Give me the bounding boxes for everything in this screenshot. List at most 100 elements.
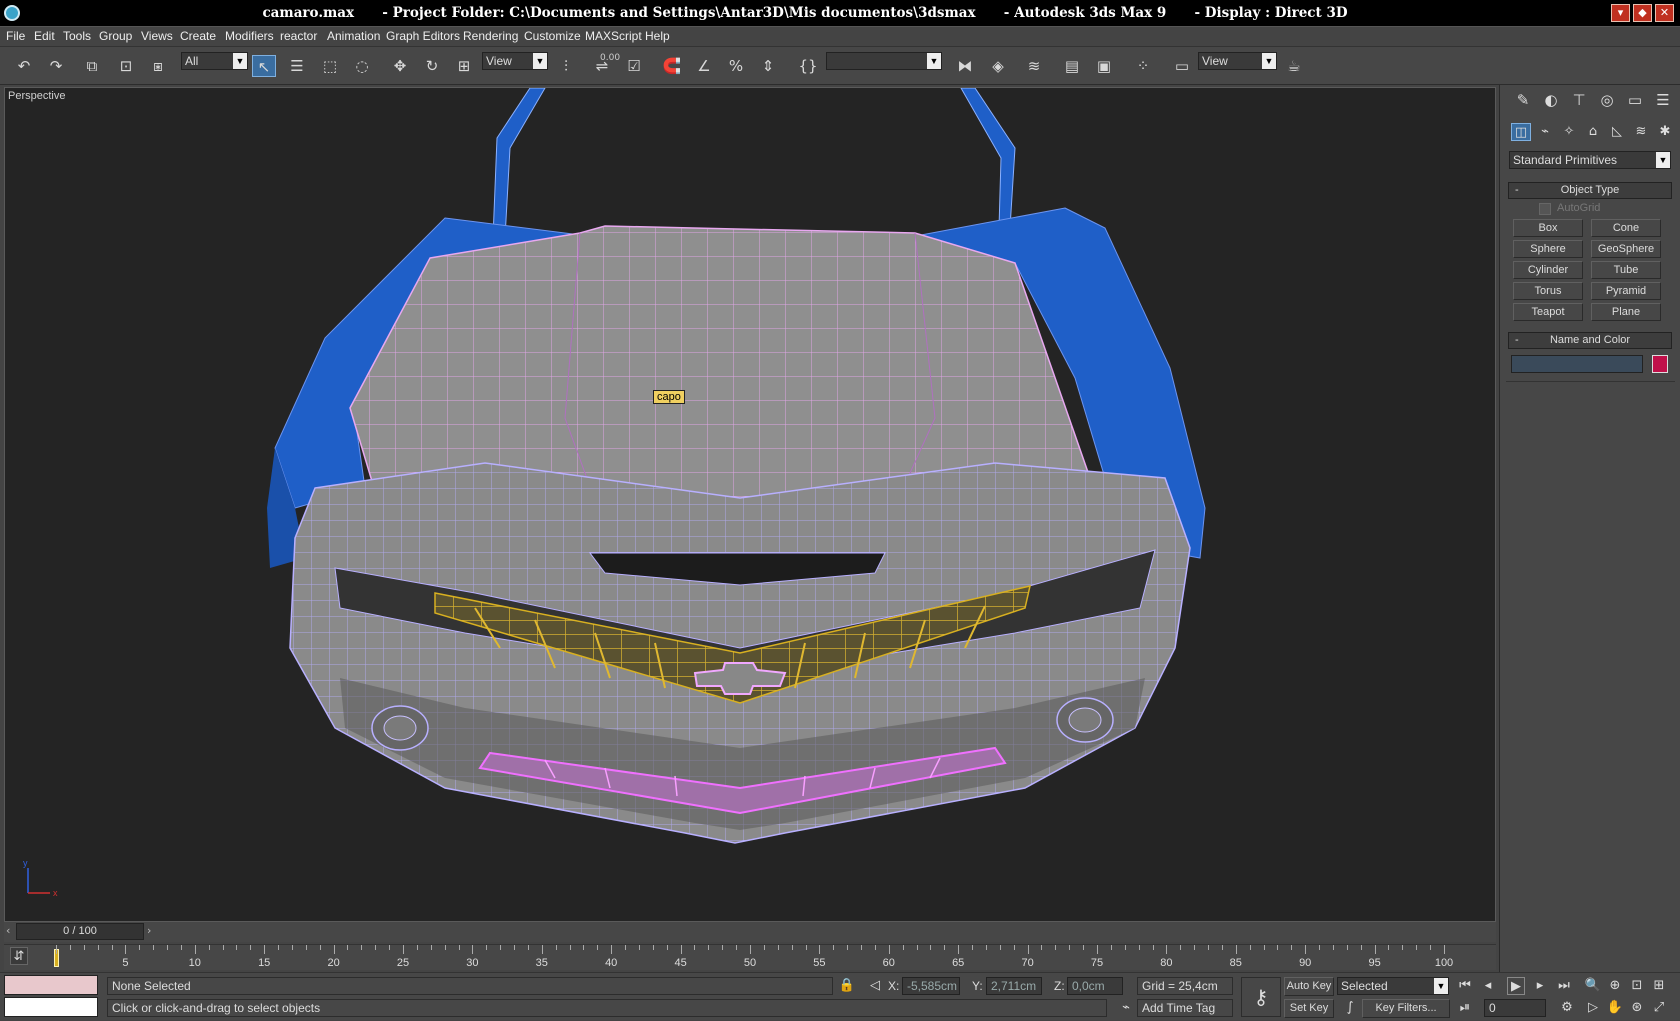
select-object-icon[interactable]: ↖ (252, 55, 276, 77)
menu-group[interactable]: Group (99, 29, 132, 43)
next-frame-icon[interactable]: ▸ (1531, 977, 1549, 995)
curve-editor-icon[interactable]: ▤ (1060, 55, 1084, 77)
key-filters-button[interactable]: Key Filters... (1362, 999, 1450, 1018)
go-to-end-icon[interactable]: ⏭ (1555, 977, 1573, 995)
auto-key-button[interactable]: Auto Key (1284, 977, 1334, 996)
motion-tab-icon[interactable]: ◎ (1596, 90, 1618, 110)
object-name-field[interactable] (1511, 355, 1643, 373)
cylinder-button[interactable]: Cylinder (1513, 261, 1583, 279)
slider-next-icon[interactable]: › (147, 924, 151, 937)
unlink-selection-icon[interactable]: ⊡ (114, 55, 138, 77)
menu-maxscript[interactable]: MAXScript (585, 29, 642, 43)
go-to-start-icon[interactable]: ⏮ (1456, 977, 1474, 995)
menu-tools[interactable]: Tools (63, 29, 91, 43)
absolute-mode-transform-icon[interactable]: ◁ (866, 977, 884, 995)
plane-button[interactable]: Plane (1591, 303, 1661, 321)
field-of-view-icon[interactable]: ▷ (1584, 999, 1602, 1017)
select-and-scale-icon[interactable]: ⊞ (452, 55, 476, 77)
menu-file[interactable]: File (6, 29, 25, 43)
maximize-viewport-icon[interactable]: ⤢ (1650, 999, 1668, 1017)
cameras-icon[interactable]: ⌂ (1583, 123, 1603, 141)
keyboard-shortcut-override-icon[interactable]: ☑ (622, 55, 646, 77)
perspective-viewport[interactable]: Perspective y x capo (4, 87, 1496, 922)
teapot-button[interactable]: Teapot (1513, 303, 1583, 321)
camaro-model[interactable]: y x (5, 88, 1496, 922)
maxscript-input-mini[interactable] (4, 997, 98, 1017)
time-tag-icon[interactable]: ⌁ (1117, 999, 1135, 1017)
material-editor-icon[interactable]: ⁘ (1131, 55, 1155, 77)
menu-edit[interactable]: Edit (34, 29, 55, 43)
systems-icon[interactable]: ✱ (1655, 123, 1675, 141)
add-time-tag[interactable]: Add Time Tag (1137, 999, 1233, 1017)
zoom-all-icon[interactable]: ⊕ (1606, 977, 1624, 995)
default-in-out-tangents-icon[interactable]: ∫ (1341, 999, 1359, 1017)
slider-prev-icon[interactable]: ‹ (6, 924, 10, 937)
open-mini-curve-editor-icon[interactable]: ⇵ (10, 947, 28, 965)
object-color-swatch[interactable] (1652, 355, 1668, 373)
tube-button[interactable]: Tube (1591, 261, 1661, 279)
view-dropdown[interactable]: View ▼ (1198, 52, 1277, 70)
select-and-link-icon[interactable]: ⧉ (80, 55, 104, 77)
torus-button[interactable]: Torus (1513, 282, 1583, 300)
previous-frame-icon[interactable]: ◂ (1479, 977, 1497, 995)
autogrid-checkbox[interactable] (1539, 203, 1551, 215)
utilities-tab-icon[interactable]: ☰ (1652, 90, 1674, 110)
minimize-button[interactable]: ▾ (1611, 4, 1630, 22)
named-selection-dropdown[interactable]: ▼ (826, 52, 942, 70)
zoom-extents-all-icon[interactable]: ⊞ (1650, 977, 1668, 995)
name-and-color-rollout[interactable]: - Name and Color (1508, 332, 1672, 349)
window-crossing-icon[interactable]: ◌ (350, 55, 374, 77)
arc-rotate-icon[interactable]: ⊛ (1628, 999, 1646, 1017)
play-icon[interactable]: ▶ (1507, 977, 1525, 995)
menu-create[interactable]: Create (180, 29, 216, 43)
pan-view-icon[interactable]: ✋ (1606, 999, 1624, 1017)
rectangular-selection-icon[interactable]: ⬚ (318, 55, 342, 77)
time-configuration-icon[interactable]: ⚙ (1558, 999, 1576, 1017)
restore-button[interactable]: ◆ (1633, 4, 1652, 22)
y-coordinate-field[interactable]: 2,711cm (986, 977, 1042, 995)
angle-snap-icon[interactable]: ∠ (692, 55, 716, 77)
hierarchy-tab-icon[interactable]: ⊤ (1568, 90, 1590, 110)
cone-button[interactable]: Cone (1591, 219, 1661, 237)
key-mode-dropdown[interactable]: Selected ▼ (1337, 977, 1449, 995)
spinner-snap-icon[interactable]: ⇕ (756, 55, 780, 77)
close-button[interactable]: ✕ (1655, 4, 1674, 22)
percent-snap-icon[interactable]: % (724, 55, 748, 77)
bind-to-space-warp-icon[interactable]: ⧆ (146, 55, 170, 77)
render-scene-icon[interactable]: ▭ (1170, 55, 1194, 77)
display-tab-icon[interactable]: ▭ (1624, 90, 1646, 110)
modify-tab-icon[interactable]: ◐ (1540, 90, 1562, 110)
current-frame-field[interactable]: 0 (1484, 999, 1546, 1017)
edit-named-selection-icon[interactable]: {} (796, 55, 820, 77)
menu-animation[interactable]: Animation (327, 29, 380, 43)
menu-help[interactable]: Help (645, 29, 670, 43)
set-key-icon[interactable]: ⚷ (1241, 977, 1281, 1017)
mirror-icon[interactable]: ⧓ (953, 55, 977, 77)
maxscript-listener-mini[interactable] (4, 975, 98, 995)
menu-modifiers[interactable]: Modifiers (225, 29, 274, 43)
quick-render-icon[interactable]: ☕ (1282, 55, 1306, 77)
use-pivot-center-icon[interactable]: ⫶ (554, 55, 578, 77)
select-and-move-icon[interactable]: ✥ (388, 55, 412, 77)
lock-selection-icon[interactable]: 🔒 (838, 977, 856, 995)
key-mode-toggle-icon[interactable]: ⏯ (1456, 999, 1474, 1017)
box-button[interactable]: Box (1513, 219, 1583, 237)
redo-icon[interactable]: ↷ (44, 55, 68, 77)
time-slider[interactable]: ‹ 0 / 100 › (4, 922, 1496, 942)
align-icon[interactable]: ◈ (986, 55, 1010, 77)
geometry-icon[interactable]: ◫ (1511, 123, 1531, 141)
select-and-rotate-icon[interactable]: ↻ (420, 55, 444, 77)
menu-rendering[interactable]: Rendering (463, 29, 518, 43)
reference-coordinate-dropdown[interactable]: View ▼ (482, 52, 548, 70)
zoom-icon[interactable]: 🔍 (1584, 977, 1602, 995)
menu-graph-editors[interactable]: Graph Editors (386, 29, 460, 43)
shapes-icon[interactable]: ⌁ (1535, 123, 1555, 141)
layer-manager-icon[interactable]: ≋ (1022, 55, 1046, 77)
menu-reactor[interactable]: reactor (280, 29, 317, 43)
geosphere-button[interactable]: GeoSphere (1591, 240, 1661, 258)
object-category-dropdown[interactable]: Standard Primitives ▼ (1509, 151, 1671, 169)
selection-filter-dropdown[interactable]: All ▼ (181, 52, 248, 70)
menu-views[interactable]: Views (141, 29, 173, 43)
lights-icon[interactable]: ✧ (1559, 123, 1579, 141)
select-by-name-icon[interactable]: ☰ (285, 55, 309, 77)
